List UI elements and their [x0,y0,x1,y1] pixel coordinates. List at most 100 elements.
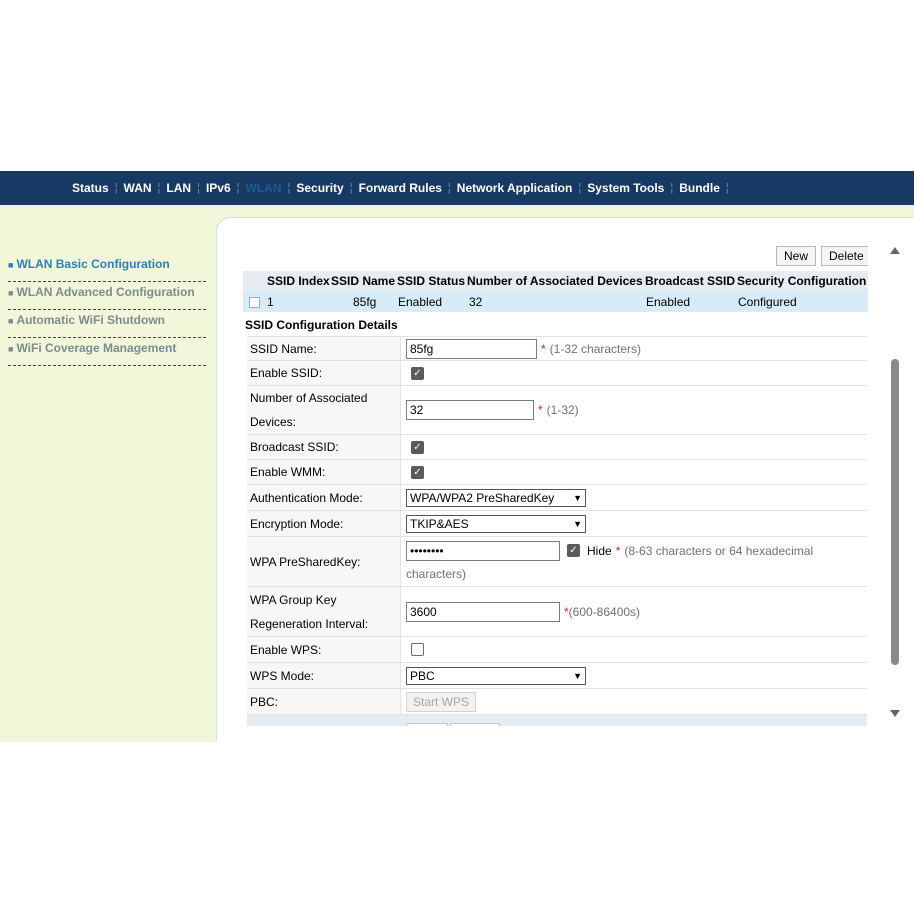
broadcast-ssid-row: Broadcast SSID: ✓ [247,435,867,460]
nav-link[interactable]: Status [72,181,109,195]
new-button[interactable]: New [776,246,817,266]
nav-separator: ¦ [725,182,729,194]
table-cell: 85fg [331,291,397,312]
chevron-down-icon: ▼ [573,670,582,681]
top-navigation-bar: Status ¦ WAN ¦ LAN ¦ IPv6 ¦ WLAN ¦ Security ¦ … [0,171,914,205]
nav-item-wlan[interactable]: WLAN ¦ [245,181,296,195]
field-value: WPA/WPA2 PreSharedKey ▼ [406,485,867,510]
table-header-row: SSID Index SSID Name SSID Status Number … [243,271,868,291]
nav-item-lan[interactable]: LAN ¦ [166,181,206,195]
sidebar-item-automatic-wifi-shutdown[interactable]: ■ Automatic WiFi Shutdown [8,311,206,338]
broadcast-ssid-checkbox[interactable]: ✓ [411,440,424,454]
content-scrollbar[interactable] [888,245,902,723]
scroll-down-arrow-icon[interactable] [890,710,900,717]
field-value [406,637,867,662]
field-label: SSID Name: [247,337,401,360]
authentication-mode-select[interactable]: WPA/WPA2 PreSharedKey ▼ [406,488,586,507]
hide-psk-checkbox[interactable]: ✓ [567,544,580,557]
nav-link[interactable]: IPv6 [206,181,231,195]
row-select-checkbox[interactable] [249,296,260,308]
table-cell: 1 [267,291,331,312]
nav-link[interactable]: System Tools [587,181,664,195]
group-key-interval-row: WPA Group Key Regeneration Interval: * (… [247,587,867,637]
nav-link[interactable]: LAN [166,181,191,195]
field-value: ✓ [406,460,867,484]
row-select-cell[interactable] [243,291,267,312]
nav-item-status[interactable]: Status ¦ [72,181,124,195]
hide-label: Hide [587,543,612,558]
bullet-icon: ■ [8,288,14,298]
sidebar-item-label: WLAN Advanced Configuration [16,285,195,299]
bullet-icon: ■ [8,316,14,326]
nav-separator: ¦ [236,182,240,194]
field-value: ✓ Hide * (8-63 characters or 64 hexadeci… [406,537,867,586]
enable-wmm-checkbox[interactable]: ✓ [411,465,424,479]
enable-wmm-row: Enable WMM: ✓ [247,460,867,485]
section-title: SSID Configuration Details [245,318,398,332]
wpa-psk-row: WPA PreSharedKey: ✓ Hide * (8-63 charact… [247,537,867,587]
nav-separator: ¦ [287,182,291,194]
nav-link[interactable]: Security [296,181,343,195]
wpa-psk-input[interactable] [406,540,560,561]
nav-item-system-tools[interactable]: System Tools ¦ [587,181,679,195]
field-label: Enable WPS: [247,637,401,662]
nav-item-security[interactable]: Security ¦ [296,181,358,195]
field-hint: (1-32 characters) [549,341,642,356]
sidebar: ■ WLAN Basic Configuration ■ WLAN Advanced… [0,205,217,742]
field-label-line: WPA Group Key [250,592,337,607]
field-value: PBC ▼ [406,663,867,688]
nav-separator: ¦ [157,182,161,194]
table-header: Broadcast SSID [645,271,737,291]
nav-item-forward-rules[interactable]: Forward Rules ¦ [359,181,457,195]
nav-link[interactable]: WLAN [245,181,281,195]
sidebar-menu: ■ WLAN Basic Configuration ■ WLAN Advanced… [8,255,206,367]
nav-menu: Status ¦ WAN ¦ LAN ¦ IPv6 ¦ WLAN ¦ Security ¦ … [0,171,914,205]
field-value: ✓ [406,435,867,459]
ssid-config-form: SSID Name: * (1-32 characters) Enable SS… [247,336,867,726]
nav-link[interactable]: Forward Rules [359,181,442,195]
nav-link[interactable]: Network Application [457,181,573,195]
table-cell: 32 [467,291,645,312]
wps-mode-select[interactable]: PBC ▼ [406,666,586,685]
nav-item-wan[interactable]: WAN ¦ [124,181,167,195]
delete-button[interactable]: Delete [821,246,868,266]
table-row[interactable]: 1 85fg Enabled 32 Enabled Configured [243,291,868,312]
table-header-select [243,271,267,291]
wps-mode-row: WPS Mode: PBC ▼ [247,663,867,689]
nav-separator: ¦ [578,182,582,194]
bullet-icon: ■ [8,260,14,270]
scroll-thumb[interactable] [891,359,899,665]
sidebar-item-label: WLAN Basic Configuration [16,257,170,271]
group-key-interval-input[interactable] [406,601,560,622]
sidebar-item-label: Automatic WiFi Shutdown [16,313,165,327]
sidebar-item-wifi-coverage-management[interactable]: ■ WiFi Coverage Management [8,339,206,366]
partial-input[interactable] [450,723,500,726]
field-label: Authentication Mode: [247,485,401,510]
field-label-line: Number of Associated [250,391,368,405]
enable-ssid-checkbox[interactable]: ✓ [411,366,424,380]
sidebar-item-label: WiFi Coverage Management [16,341,177,355]
associated-devices-input[interactable] [406,400,534,420]
ssid-name-row: SSID Name: * (1-32 characters) [247,336,867,361]
nav-item-bundle[interactable]: Bundle ¦ [679,181,735,195]
sidebar-item-wlan-basic-configuration[interactable]: ■ WLAN Basic Configuration [8,255,206,282]
bullet-icon: ■ [8,344,14,354]
enable-wps-checkbox[interactable] [411,643,424,656]
field-value: ✓ [406,361,867,385]
sidebar-item-wlan-advanced-configuration[interactable]: ■ WLAN Advanced Configuration [8,283,206,310]
associated-devices-row: Number of Associated Devices: * (1-32) [247,386,867,435]
nav-item-network-application[interactable]: Network Application ¦ [457,181,587,195]
partial-input[interactable] [406,723,448,726]
scroll-up-arrow-icon[interactable] [890,247,900,254]
nav-separator: ¦ [197,182,200,194]
field-label-line: Regeneration Interval: [250,616,369,631]
enable-ssid-row: Enable SSID: ✓ [247,361,867,386]
encryption-mode-select[interactable]: TKIP&AES ▼ [406,514,586,533]
nav-item-ipv6[interactable]: IPv6 ¦ [206,181,246,195]
nav-link[interactable]: Bundle [679,181,720,195]
table-cell: Enabled [645,291,737,312]
table-header: SSID Name [331,271,397,291]
ssid-name-input[interactable] [406,338,537,359]
required-mark: * [541,341,546,356]
nav-link[interactable]: WAN [124,181,152,195]
